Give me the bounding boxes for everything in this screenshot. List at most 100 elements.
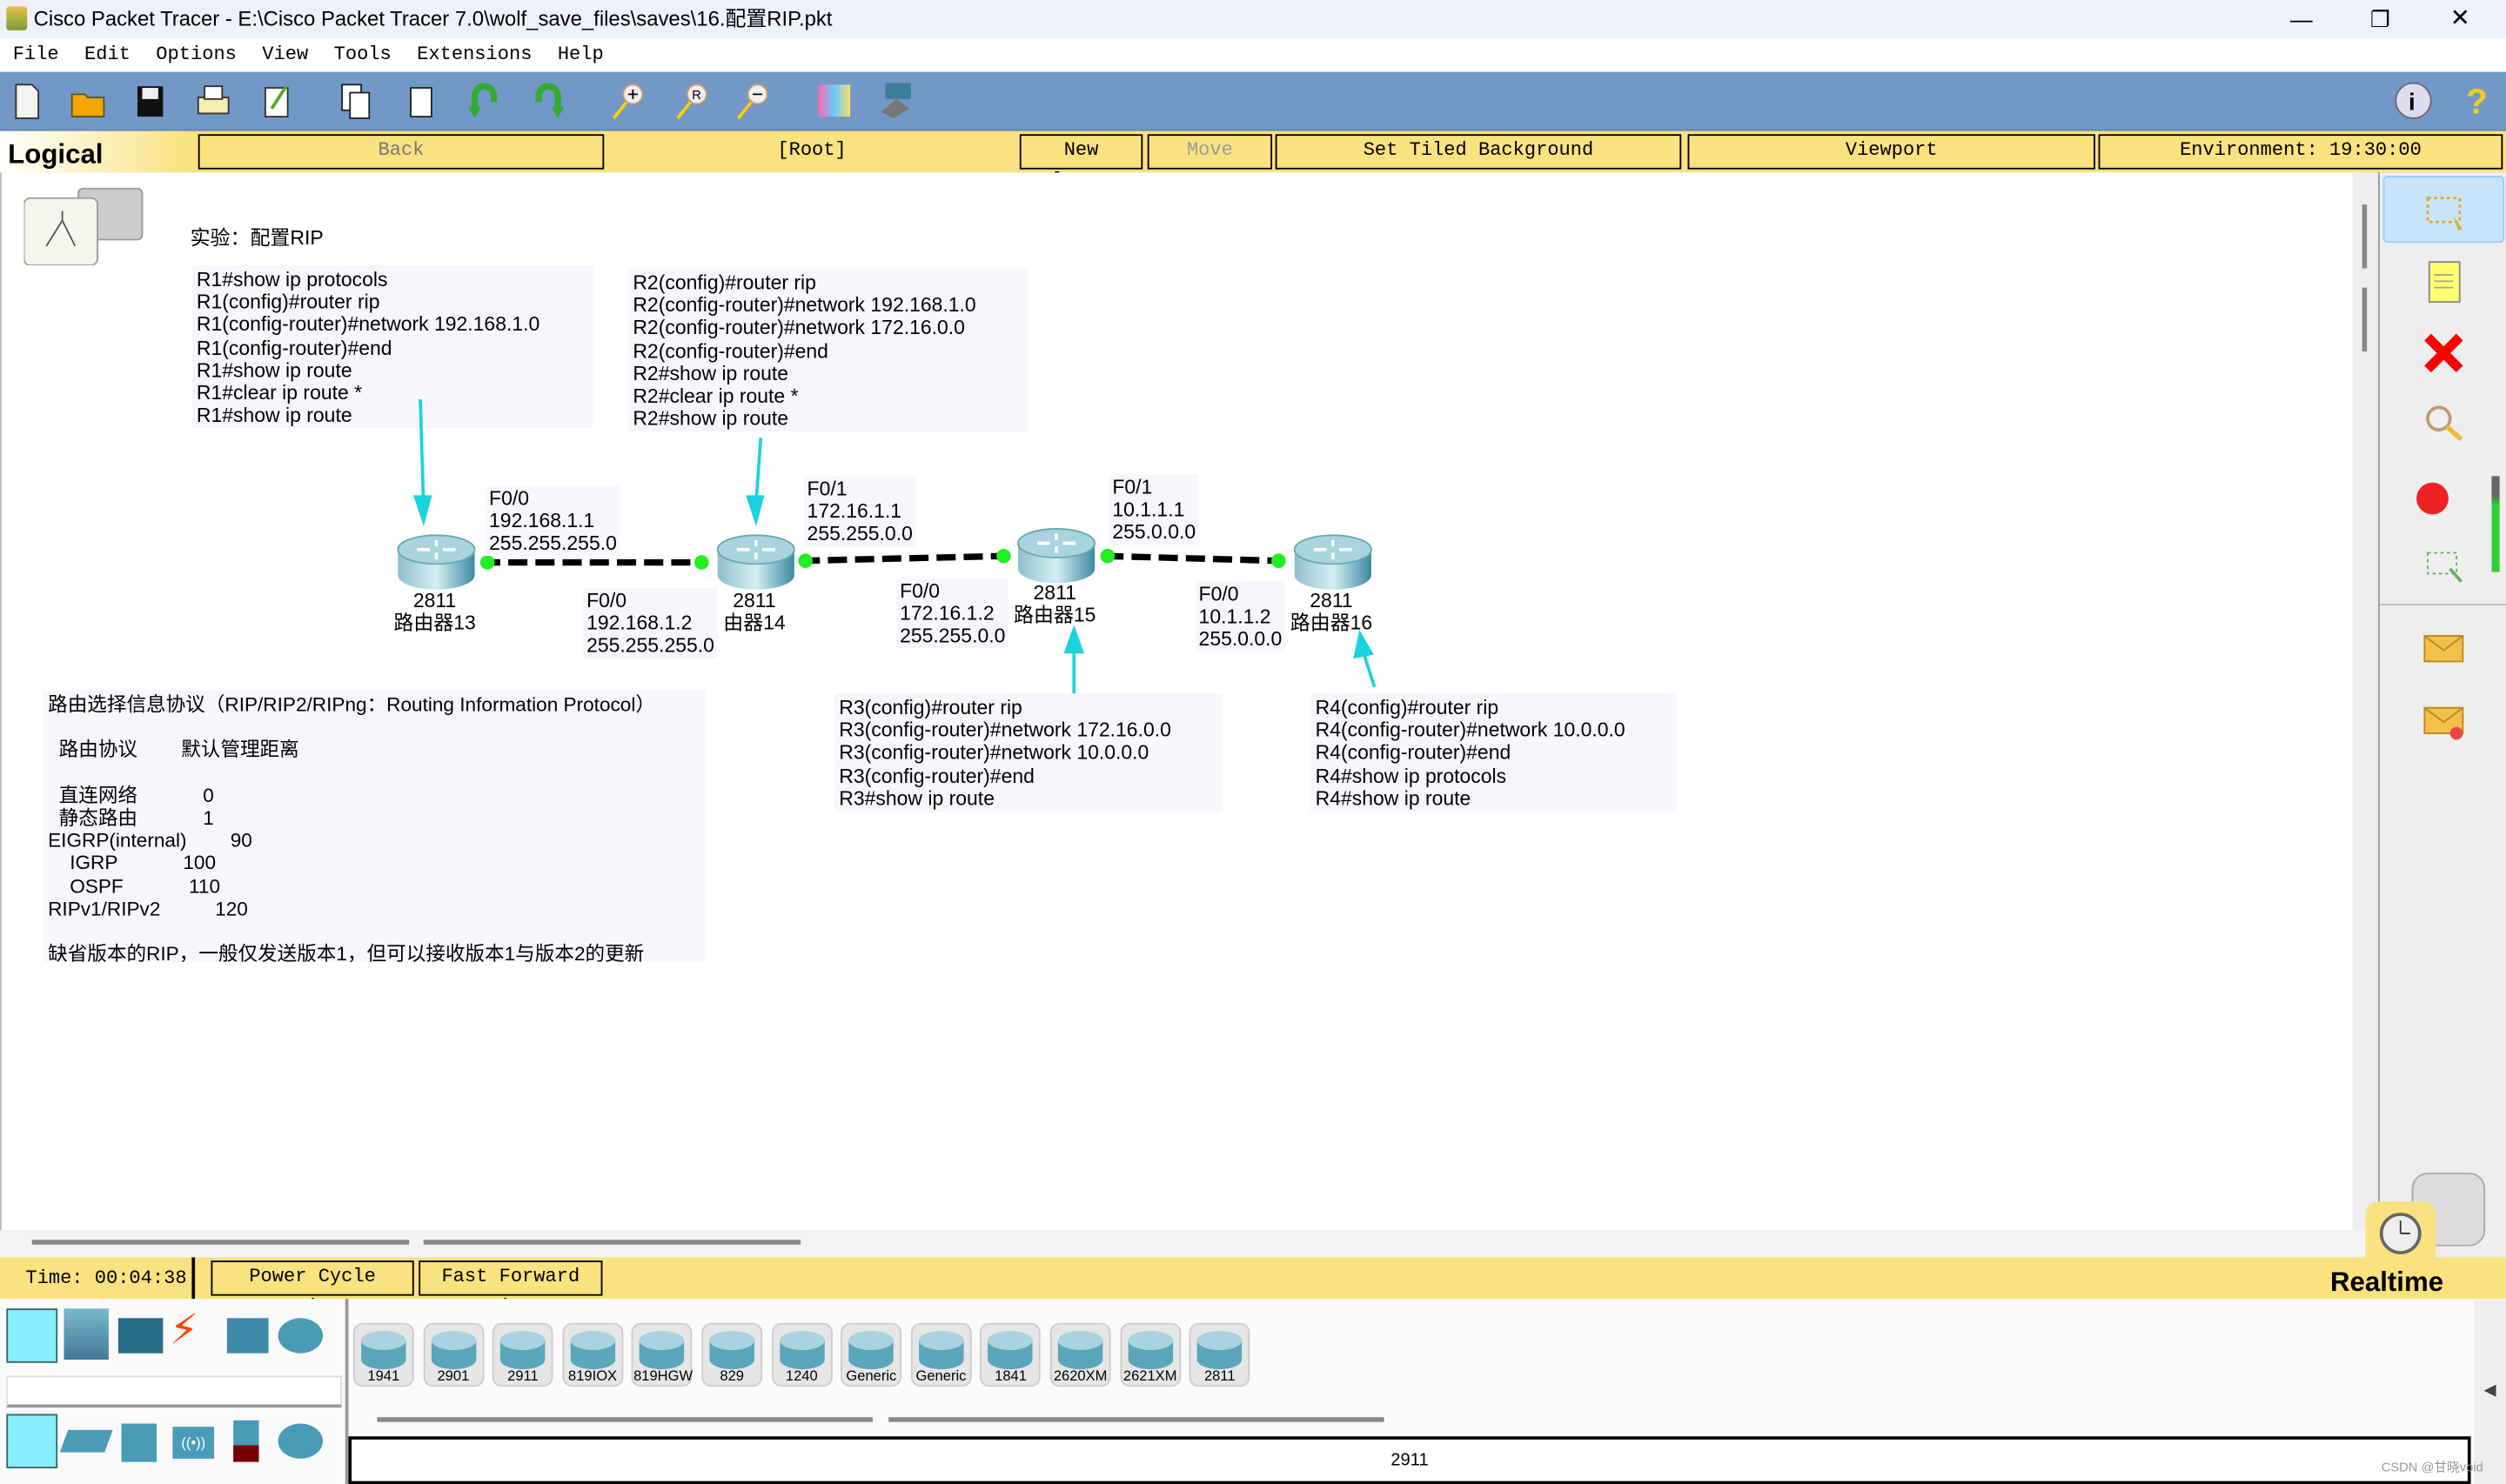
arrow-head-icon [1063,625,1085,654]
menu-view[interactable]: View [262,43,308,66]
zoom-reset-icon[interactable]: R [671,80,713,122]
svg-text:?: ? [2466,81,2488,121]
arrow-r4 [1361,651,1377,688]
info-icon[interactable]: i [2393,80,2435,122]
router-icon [716,534,795,590]
menu-help[interactable]: Help [558,43,604,66]
help-icon[interactable]: ? [2456,80,2498,122]
menu-options[interactable]: Options [156,43,237,66]
device-model-819hgw[interactable]: 819HGW [632,1322,693,1387]
root-label: [Root] [777,138,847,162]
device-model-1240[interactable]: 1240 [771,1322,833,1387]
delete-icon[interactable] [2415,324,2472,382]
maximize-button[interactable]: ❐ [2370,0,2390,38]
svg-text:R: R [692,89,701,103]
device-model-829[interactable]: 829 [701,1322,763,1387]
redo-icon[interactable] [527,80,569,122]
menu-file[interactable]: File [13,43,59,66]
inspect-icon[interactable] [2415,397,2472,454]
router-icon [848,1330,895,1370]
horizontal-scrollbar[interactable] [0,1230,2379,1258]
print-icon[interactable] [191,80,233,122]
device-model-2621xm[interactable]: 2621XM [1119,1322,1181,1387]
end-devices-category-icon[interactable] [64,1308,109,1360]
multiuser-category-icon[interactable] [278,1318,324,1354]
link-r15-r16[interactable] [1104,552,1281,565]
note-icon[interactable] [2415,252,2472,310]
arrow-head-icon [413,495,432,527]
menu-tools[interactable]: Tools [334,43,392,66]
link-r14-r15[interactable] [801,552,1006,565]
logical-tab[interactable]: Logical [0,130,192,173]
logical-workspace-canvas[interactable]: 实验：配置RIP R1#show ip protocols R1(config)… [0,172,2353,1231]
svg-text:i: i [2409,89,2416,116]
link-status-up-icon [479,555,495,570]
topology-links [413,399,1377,694]
undo-icon[interactable] [464,80,506,122]
viewport-button[interactable]: Viewport [1687,134,2095,170]
set-tiled-background-button[interactable]: Set Tiled Background [1275,134,1682,170]
link-status-up-icon [1271,553,1286,568]
menu-edit[interactable]: Edit [84,43,131,66]
hubs-subcategory-icon[interactable] [121,1423,157,1462]
palette-icon[interactable] [814,80,855,122]
device-model-819iox[interactable]: 819IOX [562,1322,623,1387]
network-devices-category-icon[interactable] [6,1308,58,1363]
misc-category-icon[interactable] [226,1318,269,1354]
complex-pdu-icon[interactable] [2415,692,2472,749]
simple-pdu-icon[interactable] [2415,620,2472,678]
workspace-bar: Logical Back [Root] New Cluster Move Obj… [0,130,2506,191]
interface-label: F0/0 192.168.1.2 255.255.255.0 [583,587,718,658]
wireless-subcategory-icon[interactable]: ((•)) [172,1427,215,1459]
environment-button[interactable]: Environment: 19:30:00 [2098,134,2503,170]
interface-label: F0/1 10.1.1.1 255.0.0.0 [1109,474,1199,545]
device-model-2811[interactable]: 2811 [1189,1322,1250,1387]
power-cycle-devices-button[interactable]: Power Cycle Devices [211,1260,414,1318]
new-cluster-button[interactable]: New Cluster [1019,134,1143,191]
new-file-icon[interactable] [6,80,48,122]
zoom-out-icon[interactable] [732,80,774,122]
device-model-1941[interactable]: 1941 [352,1322,414,1387]
save-icon[interactable] [130,80,171,122]
device-list-scrollbar[interactable] [377,1417,873,1422]
link-status-up-icon [1100,548,1116,564]
select-icon[interactable] [2415,185,2472,243]
minimize-button[interactable]: — [2290,0,2313,38]
vertical-scrollbar[interactable] [2352,172,2379,1231]
custom-device-icon[interactable] [876,80,918,122]
realtime-tab[interactable] [2365,1201,2436,1266]
device-model-generic[interactable]: Generic [910,1322,972,1387]
fast-forward-time-button[interactable]: Fast Forward Time [419,1260,603,1318]
resize-icon[interactable] [2415,537,2472,594]
device-model-2901[interactable]: 2901 [422,1322,484,1387]
draw-ellipse-icon[interactable] [2415,470,2472,527]
scroll-left-arrow-icon[interactable]: ◀ [2474,1299,2506,1484]
back-button[interactable]: Back [198,134,605,170]
app-logo-icon [6,6,28,30]
switches-subcategory-icon[interactable] [59,1429,113,1453]
menu-bar: File Edit Options View Tools Extensions Help [0,38,2506,70]
router-icon [1127,1330,1173,1370]
device-model-1841[interactable]: 1841 [980,1322,1042,1387]
menu-extensions[interactable]: Extensions [417,43,532,66]
wan-emulation-subcategory-icon[interactable] [278,1423,324,1459]
components-category-icon[interactable] [117,1318,164,1354]
paste-icon[interactable] [399,80,441,122]
connections-category-icon[interactable]: ⚡ [170,1306,199,1355]
category-name-field [6,1375,343,1408]
device-model-2620xm[interactable]: 2620XM [1049,1322,1111,1387]
security-subcategory-icon[interactable] [233,1420,259,1462]
zoom-in-icon[interactable] [607,80,649,122]
activity-wizard-icon[interactable] [256,80,298,122]
device-model-generic[interactable]: Generic [841,1322,902,1387]
close-button[interactable]: ✕ [2450,0,2470,38]
title-bar: Cisco Packet Tracer - E:\Cisco Packet Tr… [0,0,2506,39]
open-folder-icon[interactable] [67,80,109,122]
copy-icon[interactable] [336,80,378,122]
device-model-2911[interactable]: 2911 [492,1322,553,1387]
routers-subcategory-icon[interactable] [6,1414,58,1468]
move-object-button[interactable]: Move Object [1147,134,1273,170]
arrow-r2 [754,438,763,505]
router-icon [1057,1330,1103,1370]
link-status-up-icon [798,553,813,568]
